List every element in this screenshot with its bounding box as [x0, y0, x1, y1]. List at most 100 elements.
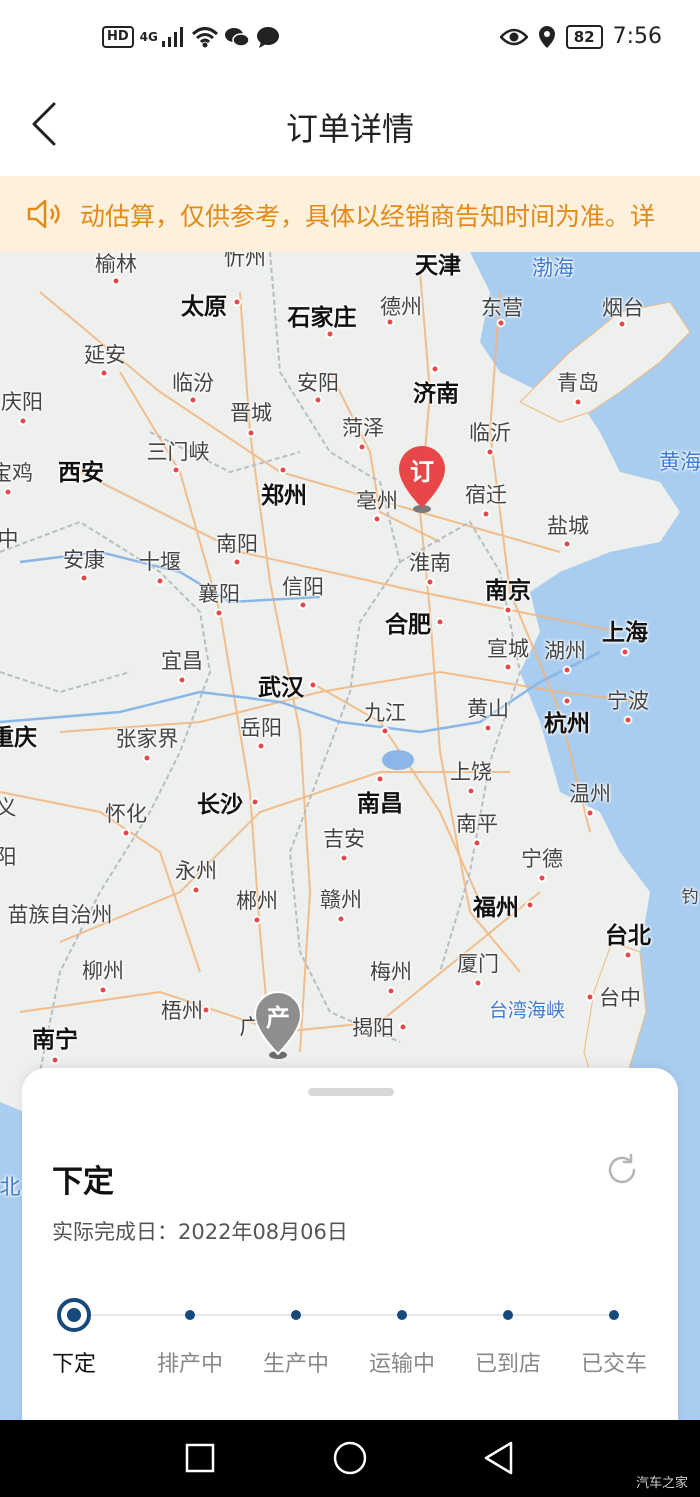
city-label: 宿迁	[465, 483, 507, 507]
city-label: 济南	[413, 381, 459, 407]
city-dot	[191, 885, 201, 895]
city-dot	[98, 985, 108, 995]
city-dot	[398, 1022, 408, 1032]
city-label: 宣城	[487, 637, 529, 661]
step-scheduling[interactable]: 排产中	[140, 1298, 240, 1377]
notice-banner[interactable]: 动估算，仅供参考，具体以经销商告知时间为准。详	[0, 176, 700, 252]
city-label: 上海	[602, 620, 648, 646]
city-dot	[246, 428, 256, 438]
sheet-drag-handle[interactable]	[308, 1088, 394, 1096]
message-icon	[256, 27, 279, 48]
step-dot	[185, 1310, 195, 1320]
city-label: 烟台	[602, 296, 644, 320]
city-dot	[372, 514, 382, 524]
city-label: 吉安	[323, 827, 365, 851]
lake	[382, 750, 414, 770]
city-label: 太原	[181, 294, 227, 320]
sea-area-left	[0, 1102, 24, 1420]
city-dot	[380, 726, 390, 736]
step-label: 运输中	[368, 1352, 435, 1377]
city-label: 赣州	[320, 888, 362, 912]
city-dot	[188, 395, 198, 405]
city-dot	[339, 853, 349, 863]
refresh-icon[interactable]	[604, 1152, 640, 1188]
city-dot	[232, 557, 242, 567]
city-label: 南阳	[216, 532, 258, 556]
city-dot	[562, 539, 572, 549]
city-dot	[585, 992, 595, 1002]
city-label: 永州	[175, 859, 217, 883]
city-label: 台北	[605, 923, 651, 949]
sea-label: 黄海	[659, 450, 700, 474]
city-label: 揭阳	[352, 1016, 394, 1040]
city-label: 台中	[599, 986, 641, 1010]
city-label: 重庆	[0, 725, 37, 751]
step-order[interactable]: 下定	[24, 1298, 124, 1377]
step-shipping[interactable]: 运输中	[352, 1298, 452, 1377]
order-location-pin[interactable]: 订	[397, 444, 447, 514]
city-label: 张家界	[115, 727, 179, 751]
city-label: 东营	[481, 296, 523, 320]
factory-location-pin[interactable]: 产	[253, 990, 303, 1060]
wechat-icon	[224, 28, 250, 47]
city-label: 怀化	[105, 802, 147, 826]
city-label: 南平	[456, 812, 498, 836]
signal-icon	[161, 27, 183, 47]
sea-label: 台湾海峡	[488, 999, 566, 1022]
city-dot	[171, 465, 181, 475]
step-delivered[interactable]: 已交车	[564, 1298, 664, 1377]
step-label: 下定	[51, 1352, 96, 1377]
battery-indicator: 82	[565, 24, 603, 49]
city-label: 三门峡	[146, 440, 210, 464]
city-dot	[620, 647, 630, 657]
city-dot	[385, 317, 395, 327]
back-triangle-icon[interactable]	[478, 1438, 518, 1478]
city-label: 义	[0, 796, 17, 820]
city-label: 青岛	[557, 371, 599, 395]
city-label: 德州	[380, 295, 422, 319]
city-dot	[483, 723, 493, 733]
city-label: 天津	[415, 253, 461, 279]
pin-label: 订	[410, 458, 434, 486]
city-dot	[308, 680, 318, 690]
step-producing[interactable]: 生产中	[246, 1298, 346, 1377]
city-label: 厦门	[457, 952, 499, 976]
city-dot	[252, 915, 262, 925]
home-icon[interactable]	[330, 1438, 370, 1478]
sea-label: 北	[0, 1175, 21, 1199]
app-header: 订单详情	[0, 82, 700, 176]
city-label: 杭州	[544, 711, 590, 737]
city-dot	[18, 416, 28, 426]
city-label: 菏泽	[342, 416, 384, 440]
city-dot	[313, 395, 323, 405]
city-label: 长沙	[197, 792, 243, 818]
city-label: 榆林	[95, 252, 137, 276]
city-label: 梧州	[161, 999, 203, 1023]
city-dot	[142, 753, 152, 763]
city-dot	[537, 873, 547, 883]
city-dot	[562, 696, 572, 706]
sea-label: 渤海	[532, 256, 574, 280]
city-label: 南昌	[357, 791, 403, 817]
step-dot-active	[57, 1298, 91, 1332]
recent-apps-icon[interactable]	[180, 1438, 220, 1478]
city-label: 宜昌	[161, 649, 203, 673]
watermark: 汽车之家	[635, 1476, 688, 1491]
city-dot	[214, 608, 224, 618]
city-label: 阳	[0, 845, 17, 869]
completion-date: 实际完成日：2022年08月06日	[52, 1220, 348, 1244]
city-label: 岳阳	[240, 716, 282, 740]
current-stage-title: 下定	[52, 1164, 114, 1200]
hd-badge: HD	[102, 26, 134, 48]
city-label: 忻州	[224, 252, 266, 270]
city-label: 黄山	[467, 697, 509, 721]
city-label: 合肥	[385, 612, 431, 638]
step-arrived[interactable]: 已到店	[458, 1298, 558, 1377]
city-dot	[481, 509, 491, 519]
city-label: 宁德	[521, 847, 563, 871]
city-dot	[386, 986, 396, 996]
city-dot	[562, 665, 572, 675]
city-label: 晋城	[230, 401, 272, 425]
city-dot	[573, 397, 583, 407]
city-dot	[111, 276, 121, 286]
